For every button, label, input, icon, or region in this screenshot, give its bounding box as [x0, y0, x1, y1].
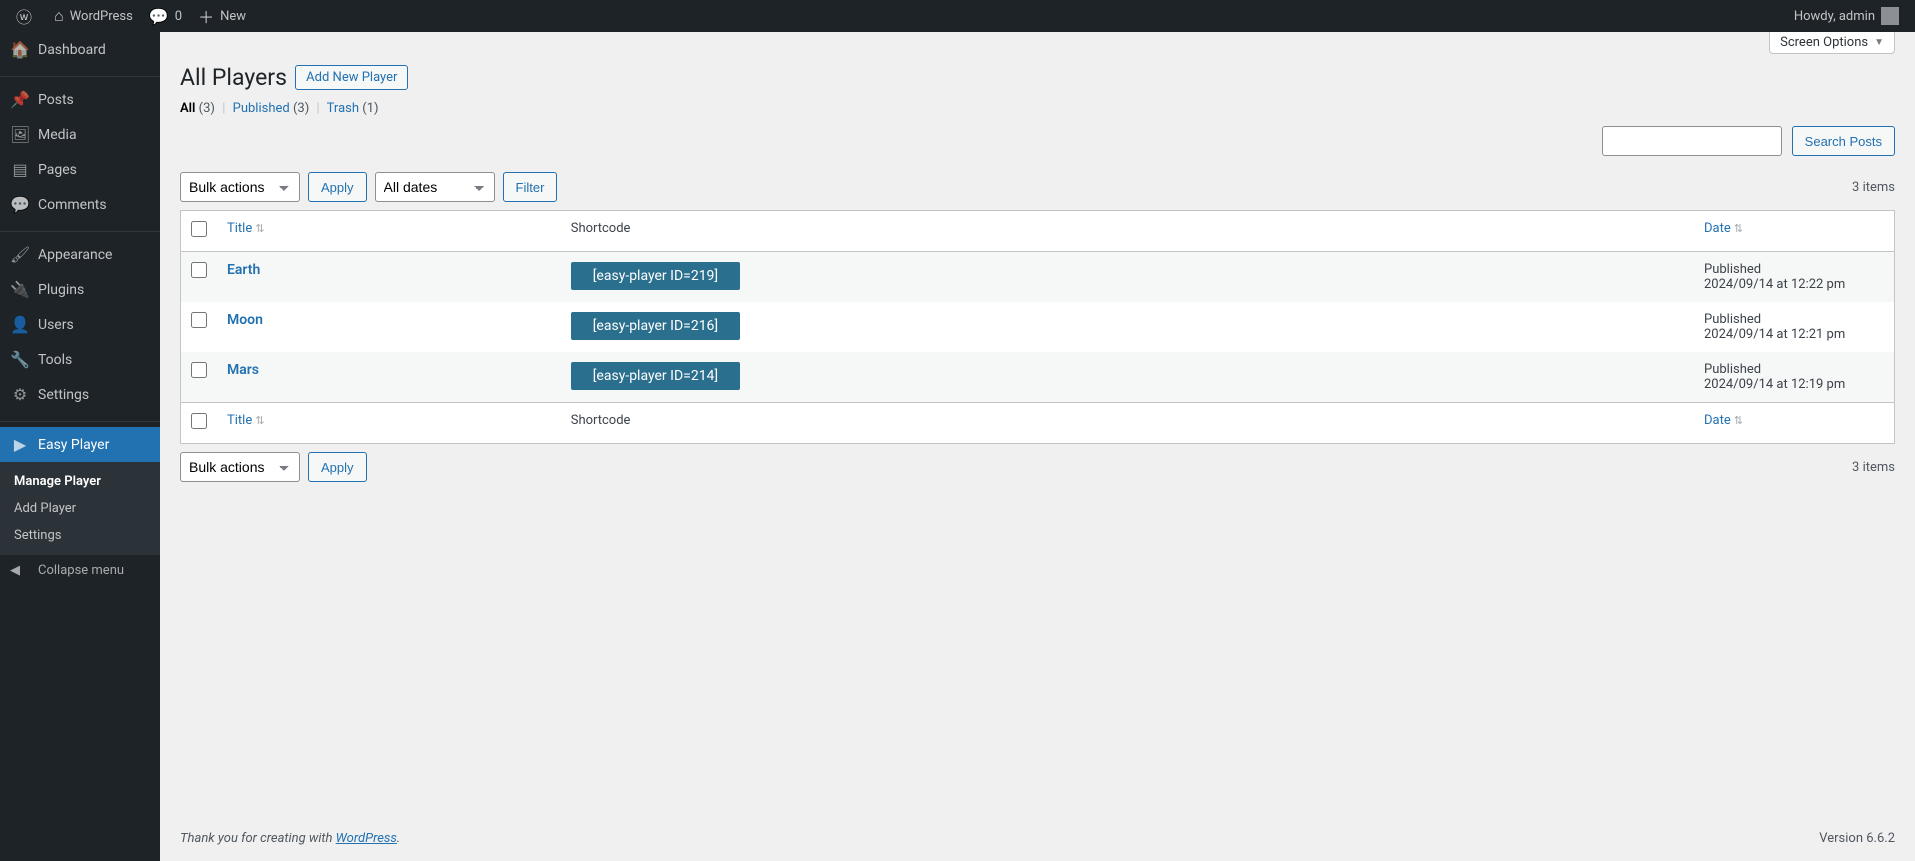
menu-plugins[interactable]: 🔌Plugins [0, 272, 160, 307]
chevron-down-icon: ▼ [1874, 37, 1884, 48]
bulk-actions-select[interactable]: Bulk actions [180, 172, 300, 202]
row-title-link[interactable]: Earth [227, 262, 260, 278]
menu-comments[interactable]: 💬Comments [0, 187, 160, 222]
add-new-player-button[interactable]: Add New Player [295, 65, 408, 90]
comments-count: 0 [175, 9, 182, 24]
menu-appearance[interactable]: 🖌Appearance [0, 237, 160, 272]
select-all-top[interactable] [191, 221, 207, 237]
menu-posts[interactable]: 📌Posts [0, 82, 160, 117]
wrench-icon: 🔧 [10, 350, 30, 369]
menu-dashboard[interactable]: 🏠Dashboard [0, 32, 160, 67]
site-name-link[interactable]: ⌂ WordPress [46, 0, 141, 32]
sort-icon: ⇅ [1734, 222, 1743, 235]
status-filters: All (3) | Published (3) | Trash (1) [180, 101, 1895, 116]
filter-trash[interactable]: Trash [327, 101, 359, 116]
page-title: All Players [180, 64, 287, 91]
row-date: Published2024/09/14 at 12:22 pm [1694, 252, 1894, 302]
sort-icon: ⇅ [255, 414, 264, 427]
comment-icon: 💬 [10, 195, 30, 214]
dashboard-icon: 🏠 [10, 40, 30, 59]
filter-button[interactable]: Filter [503, 172, 558, 202]
filter-all[interactable]: All [180, 101, 195, 116]
menu-users[interactable]: 👤Users [0, 307, 160, 342]
media-icon: 🖼 [10, 125, 30, 144]
search-posts-button[interactable]: Search Posts [1792, 126, 1895, 156]
comments-link[interactable]: 💬0 [141, 0, 190, 32]
table-row: Mars [easy-player ID=214] Published2024/09… [181, 352, 1894, 402]
menu-separator [0, 72, 160, 77]
collapse-menu[interactable]: ◀Collapse menu [0, 555, 160, 586]
date-filter-select[interactable]: All dates [375, 172, 495, 202]
avatar-icon [1881, 7, 1899, 25]
submenu-manage-player[interactable]: Manage Player [0, 468, 160, 495]
row-date: Published2024/09/14 at 12:19 pm [1694, 352, 1894, 402]
plugin-icon: 🔌 [10, 280, 30, 299]
search-input[interactable] [1602, 126, 1782, 156]
sort-icon: ⇅ [1734, 414, 1743, 427]
wp-logo[interactable]: ⓦ [8, 0, 46, 32]
bulk-actions-select-bottom[interactable]: Bulk actions [180, 452, 300, 482]
items-count-bottom: 3 items [1852, 460, 1895, 475]
menu-media[interactable]: 🖼Media [0, 117, 160, 152]
row-checkbox[interactable] [191, 262, 207, 278]
menu-separator [0, 227, 160, 232]
plus-icon: ＋ [198, 4, 214, 28]
apply-button-top[interactable]: Apply [308, 172, 367, 202]
new-label: New [220, 9, 246, 24]
page-icon: ▤ [10, 160, 30, 179]
menu-pages[interactable]: ▤Pages [0, 152, 160, 187]
col-shortcode: Shortcode [561, 211, 1694, 252]
screen-options-button[interactable]: Screen Options▼ [1769, 32, 1895, 54]
col-date[interactable]: Date⇅ [1704, 221, 1743, 236]
site-name: WordPress [70, 9, 133, 24]
home-icon: ⌂ [54, 6, 64, 26]
shortcode-pill[interactable]: [easy-player ID=214] [571, 362, 740, 390]
col-title-foot[interactable]: Title⇅ [227, 413, 264, 428]
settings-icon: ⚙ [10, 385, 30, 404]
footer-thanks: Thank you for creating with WordPress. [180, 831, 400, 846]
howdy-text: Howdy, admin [1794, 9, 1875, 24]
row-title-link[interactable]: Mars [227, 362, 259, 378]
select-all-bottom[interactable] [191, 413, 207, 429]
row-checkbox[interactable] [191, 362, 207, 378]
submenu-add-player[interactable]: Add Player [0, 495, 160, 522]
menu-easy-player[interactable]: ▶Easy Player [0, 427, 160, 462]
col-title[interactable]: Title⇅ [227, 221, 264, 236]
col-date-foot[interactable]: Date⇅ [1704, 413, 1743, 428]
table-row: Moon [easy-player ID=216] Published2024/09… [181, 302, 1894, 352]
collapse-icon: ◀ [10, 563, 30, 578]
shortcode-pill[interactable]: [easy-player ID=216] [571, 312, 740, 340]
user-icon: 👤 [10, 315, 30, 334]
version-text: Version 6.6.2 [1819, 831, 1895, 846]
comment-icon: 💬 [149, 7, 169, 26]
play-icon: ▶ [10, 435, 30, 454]
brush-icon: 🖌 [10, 245, 30, 264]
sort-icon: ⇅ [255, 222, 264, 235]
wordpress-icon: ⓦ [16, 4, 32, 28]
row-title-link[interactable]: Moon [227, 312, 263, 328]
items-count-top: 3 items [1852, 180, 1895, 195]
pin-icon: 📌 [10, 90, 30, 109]
wordpress-link[interactable]: WordPress [336, 831, 397, 846]
new-content-link[interactable]: ＋ New [190, 0, 254, 32]
row-date: Published2024/09/14 at 12:21 pm [1694, 302, 1894, 352]
menu-tools[interactable]: 🔧Tools [0, 342, 160, 377]
submenu-settings[interactable]: Settings [0, 522, 160, 549]
filter-published[interactable]: Published [233, 101, 290, 116]
apply-button-bottom[interactable]: Apply [308, 452, 367, 482]
shortcode-pill[interactable]: [easy-player ID=219] [571, 262, 740, 290]
menu-settings[interactable]: ⚙Settings [0, 377, 160, 412]
account-link[interactable]: Howdy, admin [1786, 0, 1907, 32]
col-shortcode-foot: Shortcode [561, 402, 1694, 443]
menu-separator [0, 417, 160, 422]
row-checkbox[interactable] [191, 312, 207, 328]
table-row: Earth [easy-player ID=219] Published2024/0… [181, 252, 1894, 302]
